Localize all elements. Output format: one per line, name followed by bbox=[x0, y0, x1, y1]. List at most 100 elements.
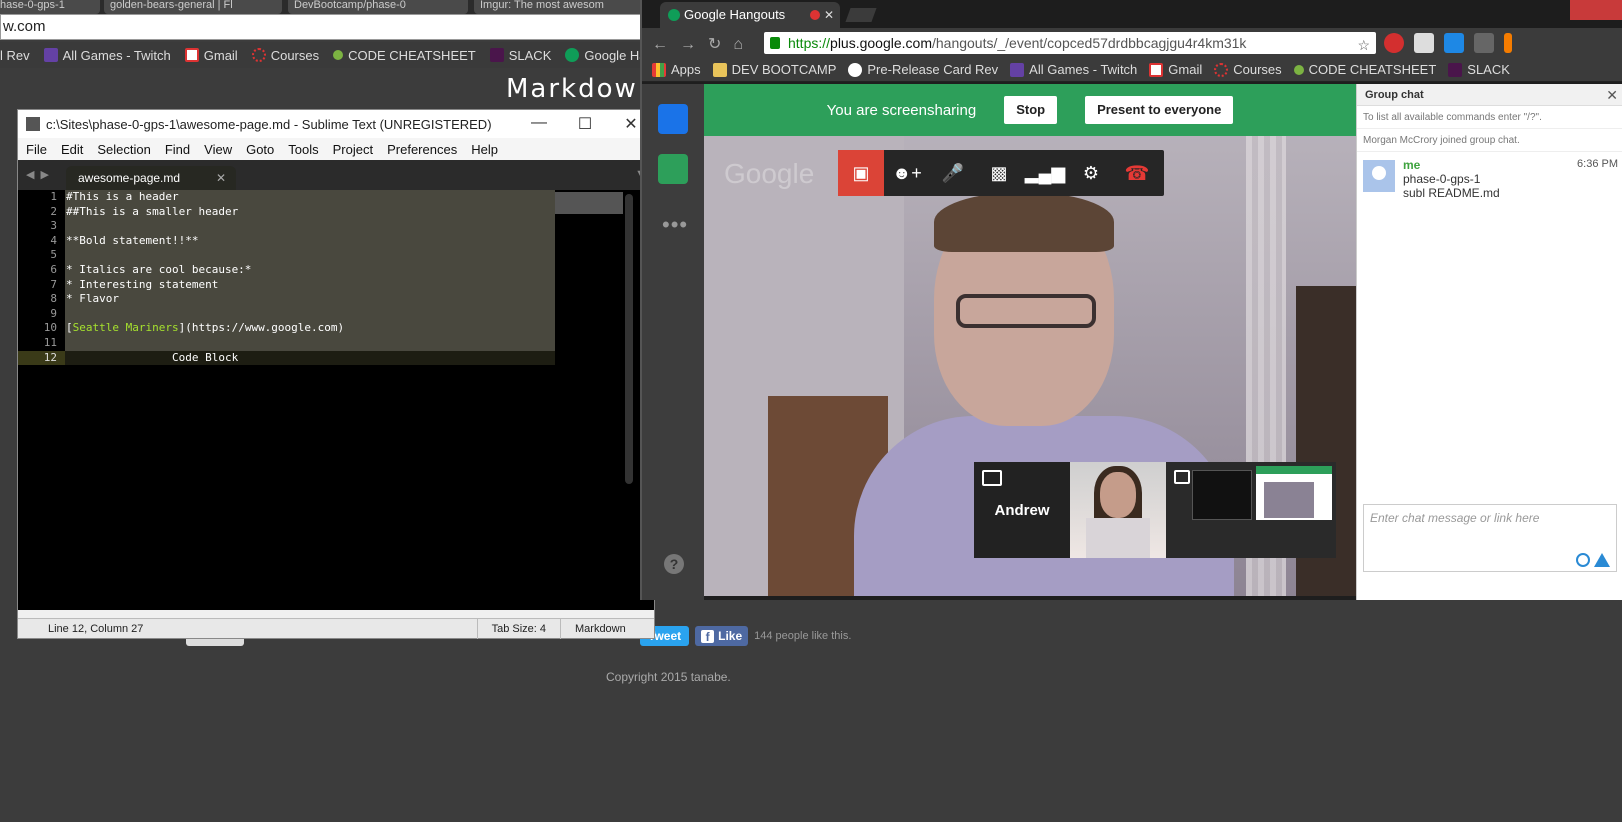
close-tab-icon[interactable]: ✕ bbox=[824, 2, 834, 28]
bg-bookmark[interactable]: CODE CHEATSHEET bbox=[333, 48, 476, 63]
bookmark-apps[interactable]: Apps bbox=[652, 62, 701, 77]
bg-tab[interactable]: Imgur: The most awesom bbox=[474, 0, 654, 14]
syntax-selector[interactable]: Markdown bbox=[560, 618, 654, 639]
markdown-icon[interactable] bbox=[1474, 33, 1494, 53]
adblock-icon[interactable] bbox=[1384, 33, 1404, 53]
bg-bookmark[interactable]: Courses bbox=[251, 48, 319, 63]
menu-preferences[interactable]: Preferences bbox=[387, 142, 457, 157]
toolbar: ←→↻⌂ https://plus.google.com/hangouts/_/… bbox=[642, 28, 1622, 58]
forward-icon[interactable]: → bbox=[680, 36, 708, 53]
message-line: phase-0-gps-1 bbox=[1403, 172, 1481, 186]
bg-tab[interactable]: DevBootcamp/phase-0 bbox=[288, 0, 468, 14]
close-chat-icon[interactable]: ✕ bbox=[1606, 84, 1618, 106]
window-controls: — ☐ ✕ bbox=[516, 114, 654, 134]
stop-button[interactable]: Stop bbox=[1004, 96, 1058, 124]
mute-mic-icon[interactable]: 🎤 bbox=[930, 150, 976, 196]
bandwidth-icon[interactable]: ▂▄▆ bbox=[1022, 150, 1068, 196]
tab-size-selector[interactable]: Tab Size: 4 bbox=[476, 618, 560, 639]
participant-glasses bbox=[956, 294, 1096, 328]
tab-awesome-page[interactable]: awesome-page.md ✕ bbox=[66, 166, 236, 190]
back-icon[interactable]: ← bbox=[652, 36, 680, 53]
menu-tools[interactable]: Tools bbox=[288, 142, 318, 157]
group-chat-panel: Group chat ✕ To list all available comma… bbox=[1356, 84, 1622, 600]
vertical-scrollbar[interactable] bbox=[625, 194, 633, 484]
courses-icon bbox=[1214, 62, 1229, 77]
thumb-video-preview bbox=[1264, 482, 1314, 518]
home-icon[interactable]: ⌂ bbox=[733, 36, 755, 53]
maximize-icon[interactable]: ☐ bbox=[562, 114, 608, 134]
star-icon[interactable]: ☆ bbox=[1357, 34, 1370, 54]
diamond-icon[interactable] bbox=[1444, 33, 1464, 53]
address-bar[interactable]: https://plus.google.com/hangouts/_/event… bbox=[764, 32, 1376, 54]
bg-bookmark[interactable]: SLACK bbox=[489, 48, 551, 63]
present-to-everyone-button[interactable]: Present to everyone bbox=[1085, 96, 1234, 124]
close-tab-icon[interactable]: ✕ bbox=[216, 166, 226, 190]
minimap[interactable] bbox=[555, 192, 623, 214]
bg-bookmark[interactable]: All Games - Twitch bbox=[43, 48, 171, 63]
menu-file[interactable]: File bbox=[26, 142, 47, 157]
hangouts-bookmarks-bar: Apps DEV BOOTCAMP Pre-Release Card Rev A… bbox=[642, 58, 1622, 82]
system-message: To list all available commands enter "/?… bbox=[1357, 106, 1622, 129]
menu-goto[interactable]: Goto bbox=[246, 142, 274, 157]
code-editor[interactable]: 1 2 3 4 5 6 7 8 9 10 11 12 #This is a he… bbox=[18, 190, 654, 610]
menu-help[interactable]: Help bbox=[471, 142, 498, 157]
menu-view[interactable]: View bbox=[204, 142, 232, 157]
more-apps-icon[interactable]: ••• bbox=[662, 212, 688, 238]
bookmark[interactable]: SLACK bbox=[1448, 62, 1510, 77]
menu-selection[interactable]: Selection bbox=[97, 142, 150, 157]
menu-icon[interactable] bbox=[1504, 33, 1512, 53]
window-close-button[interactable] bbox=[1570, 0, 1622, 20]
code-line: [Seattle Mariners](https://www.google.co… bbox=[65, 321, 555, 336]
chat-message-input[interactable]: Enter chat message or link here bbox=[1363, 504, 1617, 572]
tab-scroll-arrows-icon[interactable]: ◀▶ bbox=[26, 168, 55, 181]
help-icon[interactable]: ? bbox=[664, 554, 684, 574]
menu-edit[interactable]: Edit bbox=[61, 142, 83, 157]
like-button[interactable]: f Like bbox=[695, 626, 749, 646]
emoji-icon[interactable] bbox=[1576, 553, 1590, 567]
folder-icon bbox=[712, 62, 727, 77]
bg-bookmark[interactable]: l Rev bbox=[0, 48, 30, 63]
bookmark-dev-bootcamp[interactable]: DEV BOOTCAMP bbox=[712, 62, 836, 77]
bookmark-label: Gmail bbox=[203, 47, 238, 63]
bookmark[interactable]: CODE CHEATSHEET bbox=[1293, 62, 1436, 77]
sublime-titlebar: c:\Sites\phase-0-gps-1\awesome-page.md -… bbox=[18, 110, 654, 138]
green-circle-icon bbox=[333, 50, 344, 60]
extension-icon[interactable] bbox=[1414, 33, 1434, 53]
like-label: Like bbox=[718, 629, 743, 643]
sublime-app-icon bbox=[26, 117, 40, 131]
twitch-icon bbox=[1010, 62, 1025, 77]
bookmark[interactable]: Courses bbox=[1214, 62, 1282, 77]
background-browser-tabstrip: hase-0-gps-1 golden-bears-general | Fl D… bbox=[0, 0, 664, 14]
bookmark[interactable]: All Games - Twitch bbox=[1010, 62, 1137, 77]
reload-icon[interactable]: ↻ bbox=[708, 36, 733, 53]
chat-title: Group chat bbox=[1365, 89, 1424, 101]
menu-find[interactable]: Find bbox=[165, 142, 190, 157]
hang-up-icon[interactable]: ☎ bbox=[1114, 150, 1160, 196]
new-tab-button[interactable] bbox=[845, 8, 877, 22]
bg-bookmark[interactable]: Gmail bbox=[184, 47, 238, 63]
tab-google-hangouts[interactable]: Google Hangouts ✕ bbox=[660, 2, 840, 28]
settings-gear-icon[interactable]: ⚙ bbox=[1068, 150, 1114, 196]
participant-thumb-screenshare[interactable] bbox=[1166, 462, 1336, 558]
bg-address-bar[interactable]: w.com bbox=[0, 14, 664, 40]
add-person-icon[interactable]: ☻+ bbox=[884, 150, 930, 196]
line-number: 2 bbox=[50, 204, 57, 218]
bg-tab[interactable]: hase-0-gps-1 bbox=[0, 0, 100, 14]
bg-tab[interactable]: golden-bears-general | Fl bbox=[104, 0, 282, 14]
url-host: plus.google.com bbox=[830, 35, 932, 51]
bookmark[interactable]: Gmail bbox=[1149, 62, 1202, 77]
menu-project[interactable]: Project bbox=[333, 142, 373, 157]
participant-thumb-andrew[interactable]: Andrew bbox=[974, 462, 1070, 558]
gmail-icon bbox=[1149, 62, 1164, 77]
bookmark[interactable]: Pre-Release Card Rev bbox=[848, 62, 998, 77]
minimize-icon[interactable]: — bbox=[516, 114, 562, 134]
avatar bbox=[1363, 160, 1395, 192]
screenshare-icon[interactable] bbox=[658, 154, 688, 184]
google-drive-icon[interactable] bbox=[1594, 553, 1610, 567]
bracket: [ bbox=[66, 321, 73, 335]
bookmark-label: l Rev bbox=[0, 47, 30, 63]
screenshare-toggle-icon[interactable]: ▣ bbox=[838, 150, 884, 196]
chat-icon[interactable] bbox=[658, 104, 688, 134]
camera-off-icon[interactable]: ▩ bbox=[976, 150, 1022, 196]
participant-thumb-video[interactable] bbox=[1070, 462, 1166, 558]
